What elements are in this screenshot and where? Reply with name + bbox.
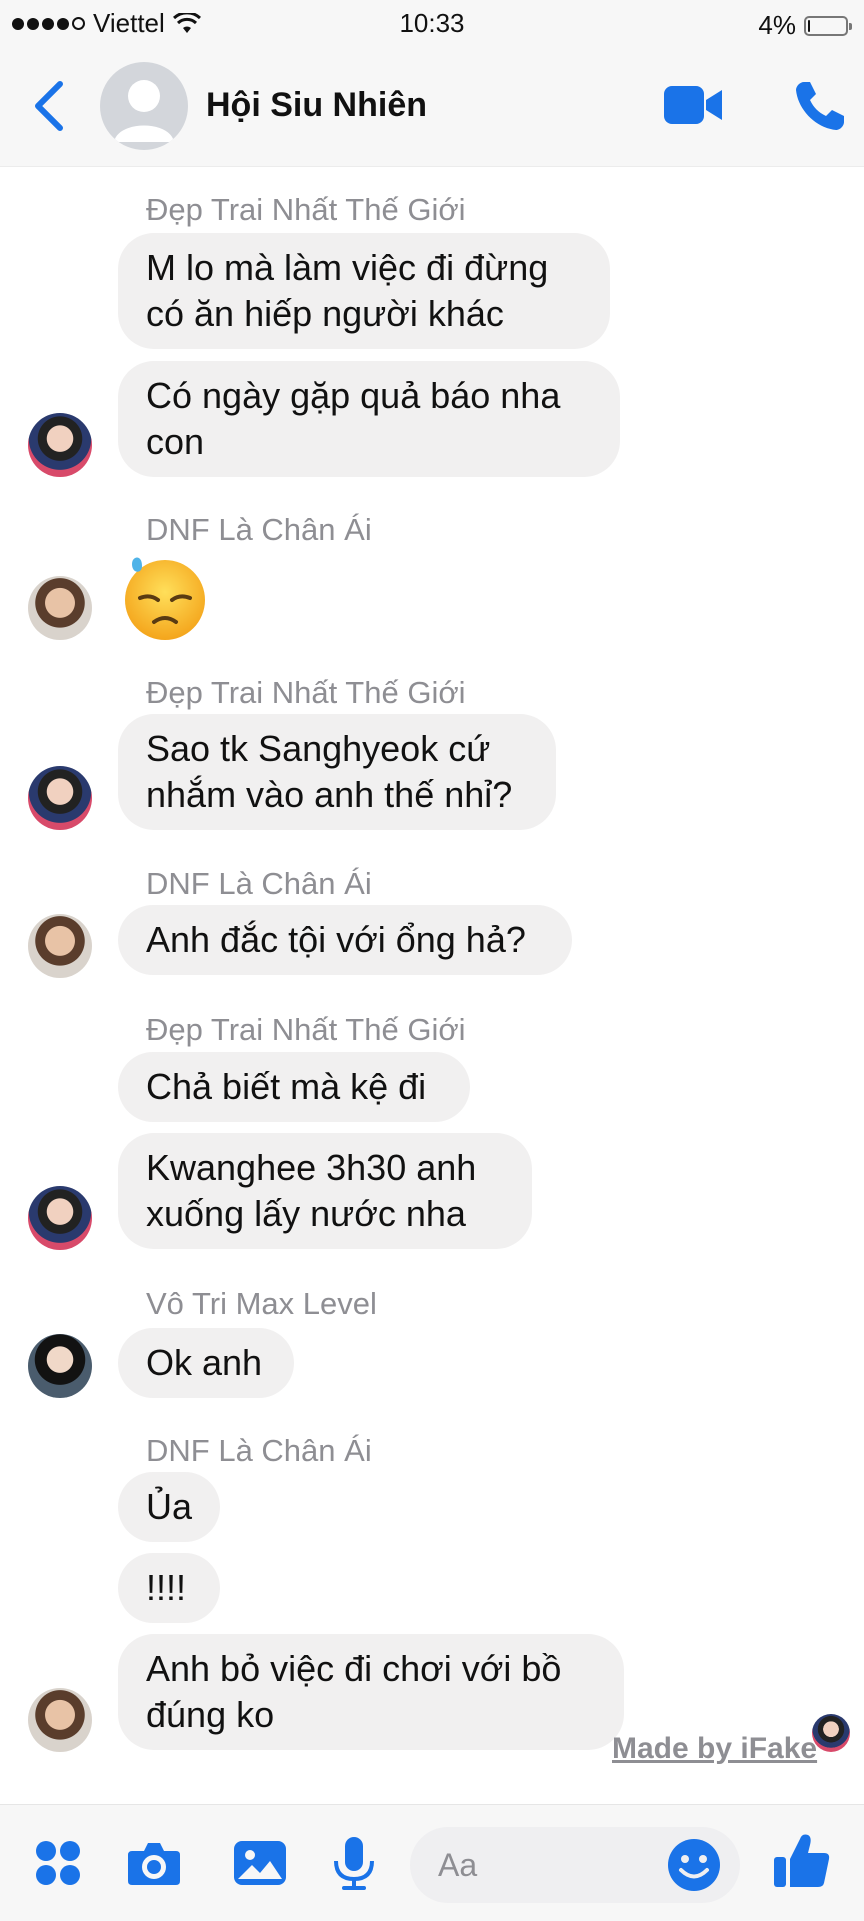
downcast-face-with-sweat-icon[interactable] [120,552,210,642]
watermark: Made by iFake [612,1732,818,1765]
status-bar: Viettel 10:33 4% [0,0,864,48]
phone-call-icon[interactable] [792,78,848,134]
message-input-placeholder: Aa [438,1847,478,1883]
sender-avatar[interactable] [28,766,92,830]
sender-name: Đẹp Trai Nhất Thế Giới [146,675,466,710]
message-bubble[interactable]: Ok anh [118,1328,294,1398]
message-bubble[interactable]: M lo mà làm việc đi đừng có ăn hiếp ngườ… [118,233,610,349]
sender-avatar[interactable] [28,1186,92,1250]
emoji-smiley-icon[interactable] [666,1837,722,1893]
sender-name: DNF Là Chân Ái [146,866,372,901]
battery-percent: 4% [758,10,796,40]
person-placeholder-icon [114,80,174,142]
sender-avatar[interactable] [28,576,92,640]
back-chevron-icon[interactable] [28,78,72,134]
message-bubble[interactable]: Ủa [118,1472,220,1542]
battery-fill [808,19,810,32]
group-avatar[interactable] [100,62,188,150]
sender-name: DNF Là Chân Ái [146,512,372,547]
thumbs-up-icon[interactable] [772,1831,832,1891]
sender-name: Đẹp Trai Nhất Thế Giới [146,1012,466,1047]
message-bubble[interactable]: !!!! [118,1553,220,1623]
status-right: 4% [758,10,852,41]
message-bubble[interactable]: Anh đắc tội với ổng hả? [118,905,572,975]
sender-name: Đẹp Trai Nhất Thế Giới [146,192,466,227]
battery-icon [804,15,852,36]
message-bubble[interactable]: Sao tk Sanghyeok cứ nhắm vào anh thế nhỉ… [118,714,556,830]
sender-name: DNF Là Chân Ái [146,1433,372,1468]
composer-bar: Aa [0,1804,864,1921]
sender-avatar[interactable] [28,413,92,477]
sender-avatar[interactable] [28,1334,92,1398]
clock: 10:33 [399,8,465,38]
conversation-title[interactable]: Hội Siu Nhiên [206,86,427,125]
message-bubble[interactable]: Có ngày gặp quả báo nha con [118,361,620,477]
video-call-icon[interactable] [662,82,724,128]
message-bubble[interactable]: Chả biết mà kệ đi [118,1052,470,1122]
gallery-icon[interactable] [232,1835,288,1891]
camera-icon[interactable] [126,1835,182,1891]
more-apps-icon[interactable] [30,1835,86,1891]
message-input[interactable]: Aa [410,1827,740,1903]
sender-name: Vô Tri Max Level [146,1286,377,1321]
sender-avatar[interactable] [28,914,92,978]
microphone-icon[interactable] [326,1835,382,1891]
message-bubble[interactable]: Kwanghee 3h30 anh xuống lấy nước nha [118,1133,532,1249]
read-receipt-avatar [812,1714,850,1752]
message-bubble[interactable]: Anh bỏ việc đi chơi với bồ đúng ko [118,1634,624,1750]
conversation-header: Hội Siu Nhiên [0,48,864,167]
sender-avatar[interactable] [28,1688,92,1752]
